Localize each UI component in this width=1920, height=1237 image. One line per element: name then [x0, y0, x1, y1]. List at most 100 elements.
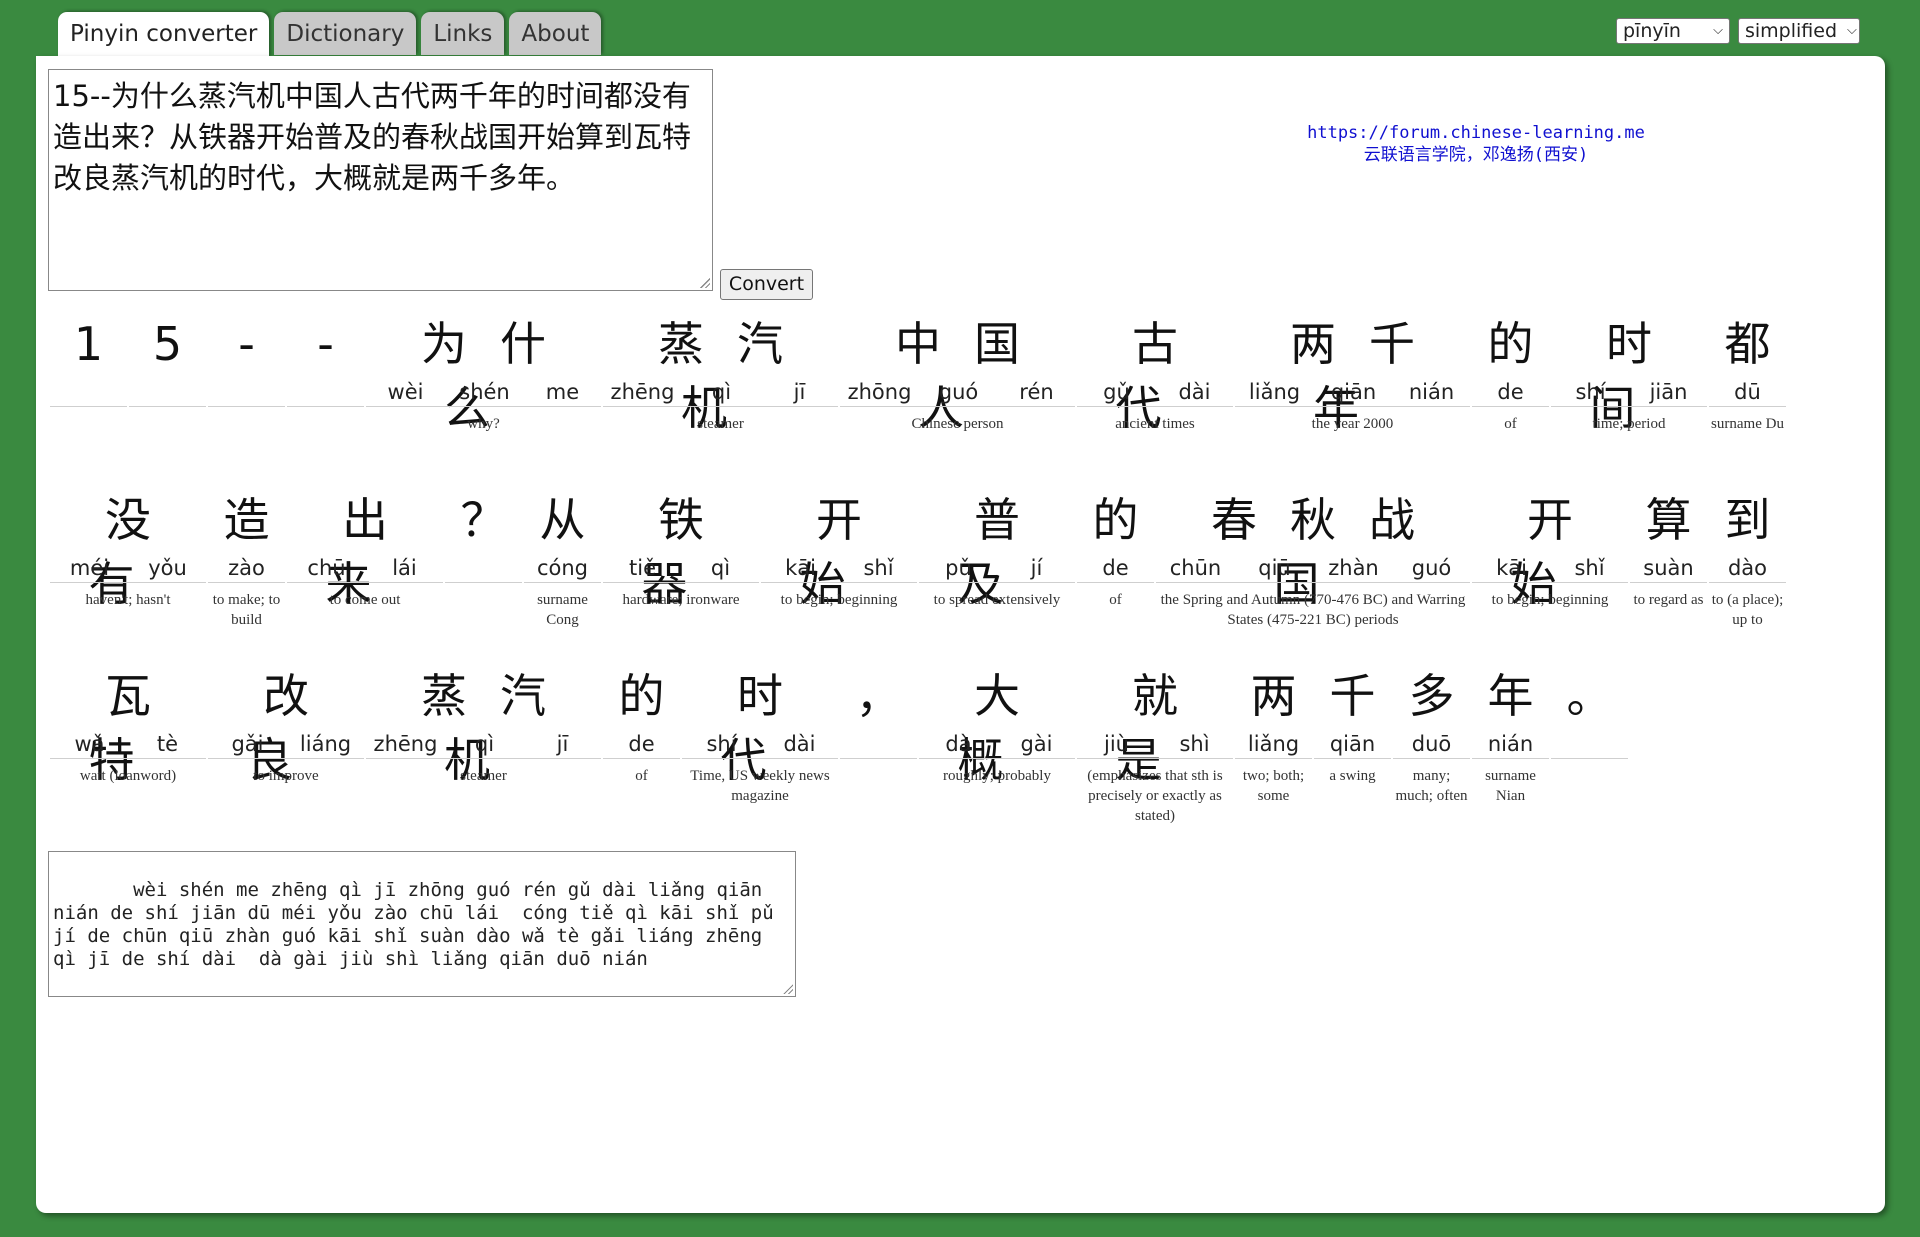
- hanzi-text: 改良: [246, 669, 342, 787]
- forum-link[interactable]: https://forum.chinese-learning.me: [1296, 122, 1656, 144]
- hanzi-text: 两: [1250, 669, 1297, 723]
- word-cell[interactable]: 时代 shí dài Time, US weekly news magazine: [682, 664, 838, 804]
- pinyin-syllable: qì: [474, 732, 495, 756]
- word-cell[interactable]: 千 qiān a swing: [1314, 664, 1391, 794]
- pinyin-syllable: nián: [1487, 732, 1534, 756]
- word-cell[interactable]: 多 duō many; much; often: [1393, 664, 1470, 804]
- word-cell[interactable]: 的 de of: [1077, 488, 1154, 618]
- pinyin-text: jiù shì: [1077, 730, 1233, 759]
- word-cell[interactable]: 的 de of: [1472, 312, 1549, 442]
- hanzi-text: 从: [539, 493, 586, 547]
- word-cell[interactable]: 古代 gǔ dài ancient times: [1077, 312, 1233, 442]
- hanzi-text: 就是: [1115, 669, 1211, 787]
- definition-text: ancient times: [1115, 416, 1195, 432]
- pinyin-syllable: guó: [1411, 556, 1452, 580]
- pinyin-text: shí jiān: [1551, 378, 1707, 407]
- hanzi-text: 开始: [799, 493, 895, 611]
- pinyin-syllable: de: [1497, 380, 1524, 404]
- pinyin-syllable: jiān: [1649, 380, 1688, 404]
- pinyin-syllable: lái: [392, 556, 417, 580]
- tab-pinyin-converter[interactable]: Pinyin converter: [58, 12, 270, 57]
- pinyin-text: de: [1077, 554, 1154, 583]
- word-cell[interactable]: 开始 kāi shǐ to begin; beginning: [1472, 488, 1628, 618]
- pinyin-syllable: zào: [228, 556, 265, 580]
- pinyin-syllable: dào: [1727, 556, 1768, 580]
- hanzi-text: 大概: [957, 669, 1053, 787]
- definition-text: the Spring and Autumn (770-476 BC) and W…: [1160, 592, 1466, 628]
- word-cell[interactable]: 瓦特 wǎ tè watt (loanword): [50, 664, 206, 794]
- word-cell[interactable]: 没有 méi yǒu haven't; hasn't: [50, 488, 206, 618]
- hanzi-text: 1: [73, 317, 104, 371]
- pinyin-syllable: wèi: [387, 380, 424, 404]
- word-cell[interactable]: 1: [50, 312, 127, 442]
- pinyin-output-textarea[interactable]: wèi shén me zhēng qì jī zhōng guó rén gǔ…: [48, 851, 796, 997]
- word-cell[interactable]: 年 nián surname Nian: [1472, 664, 1549, 804]
- pinyin-syllable: shí: [706, 732, 737, 756]
- word-cell[interactable]: 时间 shí jiān time; period: [1551, 312, 1707, 442]
- word-cell[interactable]: 开始 kāi shǐ to begin; beginning: [761, 488, 917, 618]
- word-cell[interactable]: 到 dào to (a place); up to: [1709, 488, 1786, 628]
- pinyin-syllable: wǎ: [74, 732, 105, 756]
- word-cell[interactable]: 为什么 wèi shén me why?: [366, 312, 601, 442]
- word-cell[interactable]: 5: [129, 312, 206, 442]
- word-cell[interactable]: 造 zào to make; to build: [208, 488, 285, 628]
- word-cell[interactable]: -: [208, 312, 285, 442]
- pinyin-text: dà gài: [919, 730, 1075, 759]
- word-cell[interactable]: 的 de of: [603, 664, 680, 794]
- word-cell[interactable]: 铁器 tiě qì hardware; ironware: [603, 488, 759, 618]
- word-cell[interactable]: 。: [1551, 664, 1628, 794]
- word-cell[interactable]: 就是 jiù shì (emphasizes that sth is precisel…: [1077, 664, 1233, 824]
- resize-grip-icon[interactable]: [700, 278, 710, 288]
- tab-about[interactable]: About: [509, 12, 602, 55]
- option-selects: pīnyīn ⌵ simplified ⌵: [1616, 18, 1860, 44]
- pinyin-syllable: liáng: [299, 732, 352, 756]
- word-cell[interactable]: 普及 pǔ jí to spread extensively: [919, 488, 1075, 618]
- romanization-select[interactable]: pīnyīn ⌵: [1616, 18, 1730, 44]
- chevron-down-icon: ⌵: [1713, 23, 1723, 38]
- pinyin-output-text: wèi shén me zhēng qì jī zhōng guó rén gǔ…: [53, 879, 786, 970]
- word-cell[interactable]: 蒸汽机 zhēng qì jī steamer: [366, 664, 601, 794]
- pinyin-syllable: zhēng: [373, 732, 438, 756]
- word-cell[interactable]: 从 cóng surname Cong: [524, 488, 601, 628]
- word-cell[interactable]: 春秋战国 chūn qiū zhàn guó the Spring and Autumn …: [1156, 488, 1470, 628]
- word-cell[interactable]: 中国人 zhōng guó rén Chinese person: [840, 312, 1075, 442]
- word-cell[interactable]: -: [287, 312, 364, 442]
- word-cell[interactable]: 改良 gǎi liáng to improve: [208, 664, 364, 794]
- hanzi-text: 没有: [88, 493, 184, 611]
- pinyin-syllable: jiù: [1104, 732, 1129, 756]
- pinyin-syllable: kāi: [1496, 556, 1527, 580]
- chinese-input-textarea[interactable]: 15--为什么蒸汽机中国人古代两千年的时间都没有造出来？从铁器开始普及的春秋战国…: [48, 69, 713, 291]
- resize-grip-icon[interactable]: [783, 984, 793, 994]
- pinyin-text: chū lái: [287, 554, 443, 583]
- word-cell[interactable]: 蒸汽机 zhēng qì jī steamer: [603, 312, 838, 442]
- word-cell[interactable]: 两 liǎng two; both; some: [1235, 664, 1312, 804]
- script-select[interactable]: simplified ⌵: [1738, 18, 1860, 44]
- word-cell[interactable]: 大概 dà gài roughly; probably: [919, 664, 1075, 794]
- word-cell[interactable]: 出来 chū lái to come out: [287, 488, 443, 618]
- convert-button[interactable]: Convert: [720, 269, 813, 300]
- word-cell[interactable]: ？: [445, 488, 522, 618]
- chinese-input-text: 15--为什么蒸汽机中国人古代两千年的时间都没有造出来？从铁器开始普及的春秋战国…: [53, 79, 692, 195]
- definition-text: roughly; probably: [943, 768, 1051, 784]
- definition-text: steamer: [460, 768, 507, 784]
- pinyin-syllable: dài: [783, 732, 816, 756]
- definition-text: surname Cong: [537, 592, 588, 628]
- hanzi-text: 多: [1408, 669, 1455, 723]
- word-cell[interactable]: 两千年 liǎng qiān nián the year 2000: [1235, 312, 1470, 442]
- pinyin-syllable: gài: [1020, 732, 1053, 756]
- tab-dictionary[interactable]: Dictionary: [274, 12, 417, 55]
- hanzi-text: 造: [223, 493, 270, 547]
- word-cell[interactable]: ，: [840, 664, 917, 794]
- pinyin-syllable: shén: [459, 380, 510, 404]
- tab-links[interactable]: Links: [421, 12, 505, 55]
- word-cell[interactable]: 都 dū surname Du: [1709, 312, 1786, 442]
- pinyin-syllable: shí: [1575, 380, 1606, 404]
- pinyin-syllable: shì: [1179, 732, 1210, 756]
- definition-text: a swing: [1329, 768, 1376, 784]
- pinyin-text: tiě qì: [603, 554, 759, 583]
- word-cell[interactable]: 算 suàn to regard as: [1630, 488, 1707, 618]
- definition-text: Chinese person: [911, 416, 1004, 432]
- pinyin-text: de: [603, 730, 680, 759]
- pinyin-syllable: gǎi: [231, 732, 264, 756]
- pinyin-syllable: tiě: [629, 556, 656, 580]
